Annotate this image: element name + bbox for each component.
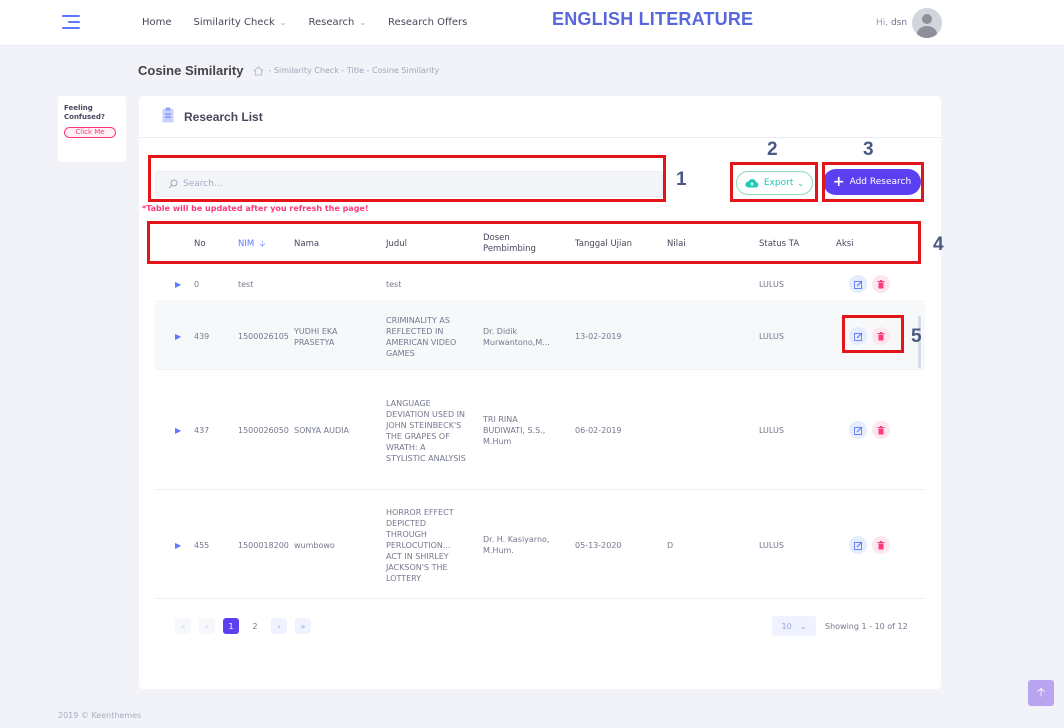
- help-panel: Feeling Confused? Click Me: [58, 96, 126, 162]
- pagination: « ‹ 1 2 › »: [175, 618, 319, 634]
- cell-nama: SONYA AUDIA: [294, 426, 349, 435]
- cell-nim: 1500018200: [238, 540, 289, 550]
- expand-icon[interactable]: ▶: [175, 266, 181, 302]
- cell-status: LULUS: [759, 426, 784, 435]
- refresh-warning: *Table will be updated after you refresh…: [142, 204, 369, 213]
- top-header: Home Similarity Check ⌄ Research ⌄ Researc…: [0, 0, 1064, 46]
- annotation-box-header: [147, 221, 921, 264]
- arrow-up-icon: 🡡: [1036, 684, 1046, 699]
- cell-nama: YUDHI EKA PRASETYA: [294, 326, 338, 347]
- delete-button[interactable]: [872, 275, 890, 293]
- cell-tanggal: 06-02-2019: [575, 426, 622, 435]
- table-row[interactable]: ▶ 437 1500026050 SONYA AUDIA LANGUAGE DE…: [155, 371, 925, 490]
- expand-icon[interactable]: ▶: [175, 491, 181, 599]
- first-page-button[interactable]: «: [175, 618, 191, 634]
- showing-count: Showing 1 - 10 of 12: [825, 622, 908, 631]
- edit-button[interactable]: [849, 421, 867, 439]
- clipboard-icon: [162, 107, 174, 123]
- table-row[interactable]: ▶ 455 1500018200 wumbowo HORROR EFFECT D…: [155, 491, 925, 599]
- edit-icon: [853, 541, 862, 550]
- per-page-select[interactable]: 10 ⌄: [772, 616, 816, 636]
- edit-icon: [853, 280, 862, 289]
- cell-nim: test: [238, 279, 254, 289]
- nav-research-offers[interactable]: Research Offers: [388, 17, 467, 28]
- main-nav: Home Similarity Check ⌄ Research ⌄ Researc…: [142, 17, 489, 28]
- cell-no: 437: [194, 426, 210, 435]
- cell-no: 455: [194, 540, 210, 550]
- cell-dosen: TRI RINA BUDIWATI, S.S., M.Hum: [483, 415, 546, 446]
- page-1-button[interactable]: 1: [223, 618, 239, 634]
- brand-title: ENGLISH LITERATURE: [552, 9, 754, 29]
- page-2-button[interactable]: 2: [247, 618, 263, 634]
- nav-similarity-check[interactable]: Similarity Check ⌄: [194, 17, 287, 28]
- breadcrumb-path[interactable]: - Similarity Check - Title - Cosine Simi…: [268, 66, 439, 75]
- cell-status: LULUS: [759, 540, 784, 550]
- annotation-box-search: [148, 155, 666, 202]
- chevron-down-icon: ⌄: [799, 621, 807, 631]
- cell-status: LULUS: [759, 332, 784, 341]
- trash-icon: [877, 279, 885, 288]
- cell-nama: wumbowo: [294, 540, 335, 550]
- cell-status: LULUS: [759, 279, 784, 289]
- annotation-box-export: [730, 162, 818, 202]
- cell-no: 0: [194, 279, 200, 289]
- cell-judul: HORROR EFFECT DEPICTED THROUGH PERLOCUTI…: [386, 507, 454, 583]
- edit-button[interactable]: [849, 536, 867, 554]
- expand-icon[interactable]: ▶: [175, 303, 181, 370]
- card-header: Research List: [139, 96, 941, 138]
- menu-toggle-icon[interactable]: [60, 13, 80, 31]
- cell-no: 439: [194, 332, 210, 341]
- annotation-number: 4: [933, 234, 944, 255]
- per-page-value: 10: [781, 621, 792, 631]
- delete-button[interactable]: [872, 421, 890, 439]
- page-title: Cosine Similarity: [138, 63, 244, 78]
- cell-nim: 1500026050: [238, 426, 289, 435]
- footer-copyright: 2019 © Keenthemes: [58, 711, 142, 720]
- delete-button[interactable]: [872, 536, 890, 554]
- cell-dosen: Dr. Didik Murwantono,M...: [483, 326, 550, 347]
- cell-nim: 1500026105: [238, 332, 289, 341]
- expand-icon[interactable]: ▶: [175, 371, 181, 490]
- trash-icon: [877, 540, 885, 549]
- chevron-down-icon: ⌄: [359, 18, 367, 27]
- nav-home[interactable]: Home: [142, 17, 172, 28]
- annotation-number: 2: [767, 139, 778, 160]
- annotation-number: 5: [911, 326, 922, 347]
- cell-nilai: D: [667, 540, 674, 550]
- cell-judul: LANGUAGE DEVIATION USED IN JOHN STEINBEC…: [386, 398, 466, 463]
- trash-icon: [877, 425, 885, 434]
- avatar[interactable]: [912, 8, 943, 38]
- edit-icon: [853, 426, 862, 435]
- cell-tanggal: 05-13-2020: [575, 540, 622, 550]
- username: dsn: [891, 18, 908, 28]
- cell-dosen: Dr. H. Kasiyarno, M.Hum.: [483, 535, 550, 555]
- user-menu[interactable]: Hi, dsn: [876, 8, 943, 38]
- greeting: Hi,: [876, 18, 889, 28]
- annotation-box-add: [822, 162, 924, 202]
- click-me-button[interactable]: Click Me: [64, 127, 116, 138]
- annotation-number: 1: [676, 169, 687, 190]
- cell-judul: CRIMINALITY AS REFLECTED IN AMERICAN VID…: [386, 315, 457, 358]
- cell-tanggal: 13-02-2019: [575, 332, 622, 341]
- prev-page-button[interactable]: ‹: [199, 618, 215, 634]
- annotation-number: 3: [863, 139, 874, 160]
- annotation-box-actions: [842, 315, 904, 353]
- last-page-button[interactable]: »: [295, 618, 311, 634]
- table-row[interactable]: ▶ 439 1500026105 YUDHI EKA PRASETYA CRIM…: [155, 303, 925, 370]
- card-title: Research List: [184, 110, 263, 124]
- cell-judul: test: [386, 279, 402, 289]
- next-page-button[interactable]: ›: [271, 618, 287, 634]
- chevron-down-icon: ⌄: [279, 18, 287, 27]
- table-row[interactable]: ▶ 0 test test LULUS: [155, 266, 925, 302]
- scroll-top-button[interactable]: 🡡: [1028, 680, 1054, 706]
- nav-research[interactable]: Research ⌄: [308, 17, 366, 28]
- home-icon[interactable]: [253, 65, 264, 76]
- breadcrumb: Cosine Similarity - Similarity Check - T…: [138, 63, 439, 78]
- help-text: Feeling Confused?: [64, 104, 105, 121]
- edit-button[interactable]: [849, 275, 867, 293]
